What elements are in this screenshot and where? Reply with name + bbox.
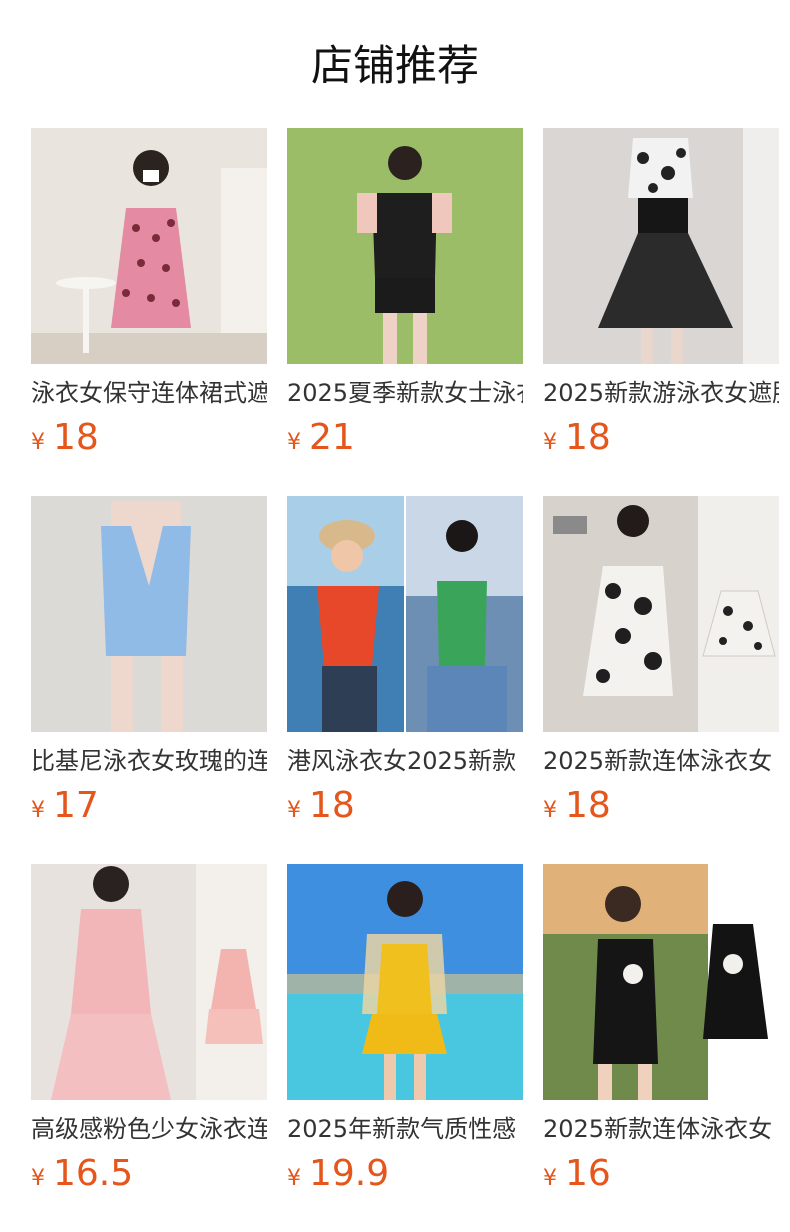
price-value: 18 (309, 785, 355, 826)
currency-symbol: ¥ (31, 1166, 45, 1191)
product-price: ¥ 18 (287, 786, 523, 826)
price-value: 16 (565, 1153, 611, 1194)
price-value: 16.5 (53, 1153, 134, 1194)
product-card[interactable]: 2025新款连体泳衣女 ¥ 18 (543, 496, 779, 826)
product-image[interactable] (287, 128, 523, 364)
price-value: 19.9 (309, 1153, 390, 1194)
product-image[interactable] (543, 128, 779, 364)
product-card[interactable]: 港风泳衣女2025新款 ¥ 18 (287, 496, 523, 826)
product-card[interactable]: 2025年新款气质性感 ¥ 19.9 (287, 864, 523, 1194)
product-image[interactable] (287, 496, 523, 732)
currency-symbol: ¥ (31, 798, 45, 823)
product-card[interactable]: 2025新款连体泳衣女 ¥ 16 (543, 864, 779, 1194)
product-image[interactable] (31, 496, 267, 732)
currency-symbol: ¥ (287, 430, 301, 455)
product-card[interactable]: 泳衣女保守连体裙式遮肚显瘦 ¥ 18 (31, 128, 267, 458)
product-card[interactable]: 比基尼泳衣女玫瑰的连体 ¥ 17 (31, 496, 267, 826)
currency-symbol: ¥ (287, 798, 301, 823)
price-value: 21 (309, 417, 355, 458)
product-name[interactable]: 比基尼泳衣女玫瑰的连体 (31, 746, 267, 776)
product-price: ¥ 18 (543, 418, 779, 458)
product-image[interactable] (543, 864, 779, 1100)
product-name[interactable]: 高级感粉色少女泳衣连体 (31, 1114, 267, 1144)
price-value: 18 (565, 417, 611, 458)
product-image[interactable] (31, 128, 267, 364)
currency-symbol: ¥ (543, 798, 557, 823)
product-name[interactable]: 2025新款游泳衣女遮肚显瘦 (543, 378, 779, 408)
currency-symbol: ¥ (543, 430, 557, 455)
price-value: 18 (53, 417, 99, 458)
product-card[interactable]: 2025新款游泳衣女遮肚显瘦 ¥ 18 (543, 128, 779, 458)
currency-symbol: ¥ (287, 1166, 301, 1191)
product-price: ¥ 18 (543, 786, 779, 826)
product-name[interactable]: 2025新款连体泳衣女 (543, 1114, 779, 1144)
product-card[interactable]: 2025夏季新款女士泳衣分体 ¥ 21 (287, 128, 523, 458)
product-price: ¥ 19.9 (287, 1154, 523, 1194)
product-price: ¥ 21 (287, 418, 523, 458)
product-price: ¥ 16.5 (31, 1154, 267, 1194)
product-image[interactable] (287, 864, 523, 1100)
product-name[interactable]: 2025年新款气质性感 (287, 1114, 523, 1144)
currency-symbol: ¥ (543, 1166, 557, 1191)
product-price: ¥ 16 (543, 1154, 779, 1194)
product-name[interactable]: 2025夏季新款女士泳衣分体 (287, 378, 523, 408)
product-name[interactable]: 泳衣女保守连体裙式遮肚显瘦 (31, 378, 267, 408)
section-title: 店铺推荐 (310, 41, 479, 90)
product-price: ¥ 18 (31, 418, 267, 458)
product-image[interactable] (31, 864, 267, 1100)
product-card[interactable]: 高级感粉色少女泳衣连体 ¥ 16.5 (31, 864, 267, 1194)
product-name[interactable]: 港风泳衣女2025新款 (287, 746, 523, 776)
currency-symbol: ¥ (31, 430, 45, 455)
product-name[interactable]: 2025新款连体泳衣女 (543, 746, 779, 776)
product-image[interactable] (543, 496, 779, 732)
price-value: 18 (565, 785, 611, 826)
product-price: ¥ 17 (31, 786, 267, 826)
price-value: 17 (53, 785, 99, 826)
